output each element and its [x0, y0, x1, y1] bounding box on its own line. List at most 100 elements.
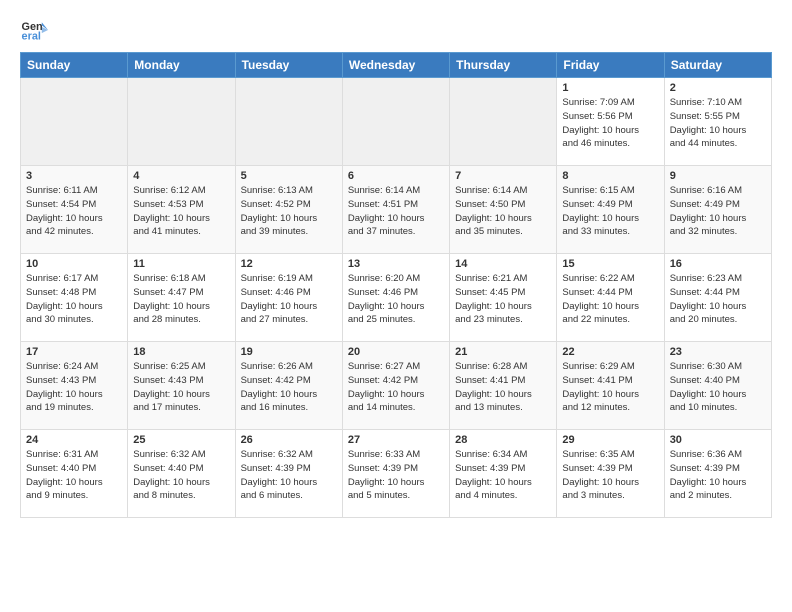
calendar-header-row: SundayMondayTuesdayWednesdayThursdayFrid…	[21, 53, 772, 78]
day-number: 14	[455, 258, 551, 270]
calendar-week-row: 10 Sunrise: 6:17 AM Sunset: 4:48 PM Dayli…	[21, 254, 772, 342]
day-info: Sunrise: 6:21 AM Sunset: 4:45 PM Dayligh…	[455, 272, 551, 327]
calendar-day-24: 24 Sunrise: 6:31 AM Sunset: 4:40 PM Dayli…	[21, 430, 128, 518]
day-number: 16	[670, 258, 766, 270]
day-number: 19	[241, 346, 337, 358]
day-info: Sunrise: 7:09 AM Sunset: 5:56 PM Dayligh…	[562, 96, 658, 151]
calendar-empty-cell	[128, 78, 235, 166]
calendar-day-25: 25Sunrise: 6:32 AM Sunset: 4:40 PM Dayli…	[128, 430, 235, 518]
calendar-empty-cell	[450, 78, 557, 166]
calendar-day-5: 5 Sunrise: 6:13 AM Sunset: 4:52 PM Daylig…	[235, 166, 342, 254]
calendar-day-3: 3 Sunrise: 6:11 AM Sunset: 4:54 PM Daylig…	[21, 166, 128, 254]
day-info: Sunrise: 6:33 AM Sunset: 4:39 PM Dayligh…	[348, 448, 444, 503]
day-number: 3	[26, 170, 122, 182]
calendar-day-28: 28Sunrise: 6:34 AM Sunset: 4:39 PM Dayli…	[450, 430, 557, 518]
day-info: Sunrise: 6:30 AM Sunset: 4:40 PM Dayligh…	[670, 360, 766, 415]
day-info: Sunrise: 7:10 AM Sunset: 5:55 PM Dayligh…	[670, 96, 766, 151]
calendar-day-30: 30Sunrise: 6:36 AM Sunset: 4:39 PM Dayli…	[664, 430, 771, 518]
day-number: 25	[133, 434, 229, 446]
calendar-day-10: 10 Sunrise: 6:17 AM Sunset: 4:48 PM Dayli…	[21, 254, 128, 342]
day-info: Sunrise: 6:13 AM Sunset: 4:52 PM Dayligh…	[241, 184, 337, 239]
day-number: 22	[562, 346, 658, 358]
day-number: 8	[562, 170, 658, 182]
day-info: Sunrise: 6:22 AM Sunset: 4:44 PM Dayligh…	[562, 272, 658, 327]
calendar-day-6: 6 Sunrise: 6:14 AM Sunset: 4:51 PM Daylig…	[342, 166, 449, 254]
day-number: 27	[348, 434, 444, 446]
calendar-day-14: 14 Sunrise: 6:21 AM Sunset: 4:45 PM Dayli…	[450, 254, 557, 342]
calendar-day-20: 20 Sunrise: 6:27 AM Sunset: 4:42 PM Dayli…	[342, 342, 449, 430]
day-info: Sunrise: 6:24 AM Sunset: 4:43 PM Dayligh…	[26, 360, 122, 415]
calendar-day-21: 21 Sunrise: 6:28 AM Sunset: 4:41 PM Dayli…	[450, 342, 557, 430]
day-info: Sunrise: 6:31 AM Sunset: 4:40 PM Dayligh…	[26, 448, 122, 503]
day-number: 4	[133, 170, 229, 182]
day-info: Sunrise: 6:23 AM Sunset: 4:44 PM Dayligh…	[670, 272, 766, 327]
calendar-empty-cell	[342, 78, 449, 166]
weekday-header-monday: Monday	[128, 53, 235, 78]
calendar-week-row: 3 Sunrise: 6:11 AM Sunset: 4:54 PM Daylig…	[21, 166, 772, 254]
weekday-header-wednesday: Wednesday	[342, 53, 449, 78]
day-info: Sunrise: 6:14 AM Sunset: 4:51 PM Dayligh…	[348, 184, 444, 239]
calendar-day-8: 8 Sunrise: 6:15 AM Sunset: 4:49 PM Daylig…	[557, 166, 664, 254]
day-number: 28	[455, 434, 551, 446]
logo: Gen eral	[20, 16, 52, 44]
day-info: Sunrise: 6:25 AM Sunset: 4:43 PM Dayligh…	[133, 360, 229, 415]
day-info: Sunrise: 6:32 AM Sunset: 4:39 PM Dayligh…	[241, 448, 337, 503]
day-info: Sunrise: 6:29 AM Sunset: 4:41 PM Dayligh…	[562, 360, 658, 415]
day-info: Sunrise: 6:26 AM Sunset: 4:42 PM Dayligh…	[241, 360, 337, 415]
calendar-day-11: 11 Sunrise: 6:18 AM Sunset: 4:47 PM Dayli…	[128, 254, 235, 342]
weekday-header-saturday: Saturday	[664, 53, 771, 78]
day-number: 1	[562, 82, 658, 94]
day-number: 11	[133, 258, 229, 270]
day-info: Sunrise: 6:18 AM Sunset: 4:47 PM Dayligh…	[133, 272, 229, 327]
calendar-day-2: 2 Sunrise: 7:10 AM Sunset: 5:55 PM Daylig…	[664, 78, 771, 166]
calendar-day-18: 18 Sunrise: 6:25 AM Sunset: 4:43 PM Dayli…	[128, 342, 235, 430]
day-number: 24	[26, 434, 122, 446]
calendar-day-16: 16 Sunrise: 6:23 AM Sunset: 4:44 PM Dayli…	[664, 254, 771, 342]
day-number: 6	[348, 170, 444, 182]
day-info: Sunrise: 6:28 AM Sunset: 4:41 PM Dayligh…	[455, 360, 551, 415]
calendar-day-26: 26 Sunrise: 6:32 AM Sunset: 4:39 PM Dayli…	[235, 430, 342, 518]
weekday-header-thursday: Thursday	[450, 53, 557, 78]
calendar-day-23: 23Sunrise: 6:30 AM Sunset: 4:40 PM Dayli…	[664, 342, 771, 430]
calendar-day-1: 1 Sunrise: 7:09 AM Sunset: 5:56 PM Daylig…	[557, 78, 664, 166]
day-number: 9	[670, 170, 766, 182]
calendar-empty-cell	[235, 78, 342, 166]
calendar-day-17: 17 Sunrise: 6:24 AM Sunset: 4:43 PM Dayli…	[21, 342, 128, 430]
day-info: Sunrise: 6:35 AM Sunset: 4:39 PM Dayligh…	[562, 448, 658, 503]
day-info: Sunrise: 6:14 AM Sunset: 4:50 PM Dayligh…	[455, 184, 551, 239]
day-number: 30	[670, 434, 766, 446]
calendar-week-row: 24 Sunrise: 6:31 AM Sunset: 4:40 PM Dayli…	[21, 430, 772, 518]
day-number: 5	[241, 170, 337, 182]
calendar-day-13: 13 Sunrise: 6:20 AM Sunset: 4:46 PM Dayli…	[342, 254, 449, 342]
day-info: Sunrise: 6:19 AM Sunset: 4:46 PM Dayligh…	[241, 272, 337, 327]
calendar-day-22: 22 Sunrise: 6:29 AM Sunset: 4:41 PM Dayli…	[557, 342, 664, 430]
day-info: Sunrise: 6:16 AM Sunset: 4:49 PM Dayligh…	[670, 184, 766, 239]
calendar-empty-cell	[21, 78, 128, 166]
day-number: 10	[26, 258, 122, 270]
calendar-day-29: 29 Sunrise: 6:35 AM Sunset: 4:39 PM Dayli…	[557, 430, 664, 518]
calendar-day-19: 19 Sunrise: 6:26 AM Sunset: 4:42 PM Dayli…	[235, 342, 342, 430]
day-number: 18	[133, 346, 229, 358]
weekday-header-friday: Friday	[557, 53, 664, 78]
calendar-table: SundayMondayTuesdayWednesdayThursdayFrid…	[20, 52, 772, 518]
day-info: Sunrise: 6:20 AM Sunset: 4:46 PM Dayligh…	[348, 272, 444, 327]
day-number: 29	[562, 434, 658, 446]
day-number: 20	[348, 346, 444, 358]
calendar-week-row: 1 Sunrise: 7:09 AM Sunset: 5:56 PM Daylig…	[21, 78, 772, 166]
day-info: Sunrise: 6:11 AM Sunset: 4:54 PM Dayligh…	[26, 184, 122, 239]
day-info: Sunrise: 6:27 AM Sunset: 4:42 PM Dayligh…	[348, 360, 444, 415]
day-number: 12	[241, 258, 337, 270]
day-number: 17	[26, 346, 122, 358]
day-number: 2	[670, 82, 766, 94]
day-number: 26	[241, 434, 337, 446]
weekday-header-tuesday: Tuesday	[235, 53, 342, 78]
svg-text:eral: eral	[22, 30, 41, 42]
logo-icon: Gen eral	[20, 16, 48, 44]
day-number: 13	[348, 258, 444, 270]
day-info: Sunrise: 6:17 AM Sunset: 4:48 PM Dayligh…	[26, 272, 122, 327]
calendar-day-4: 4Sunrise: 6:12 AM Sunset: 4:53 PM Daylig…	[128, 166, 235, 254]
day-info: Sunrise: 6:15 AM Sunset: 4:49 PM Dayligh…	[562, 184, 658, 239]
calendar-day-7: 7 Sunrise: 6:14 AM Sunset: 4:50 PM Daylig…	[450, 166, 557, 254]
day-number: 7	[455, 170, 551, 182]
day-number: 21	[455, 346, 551, 358]
